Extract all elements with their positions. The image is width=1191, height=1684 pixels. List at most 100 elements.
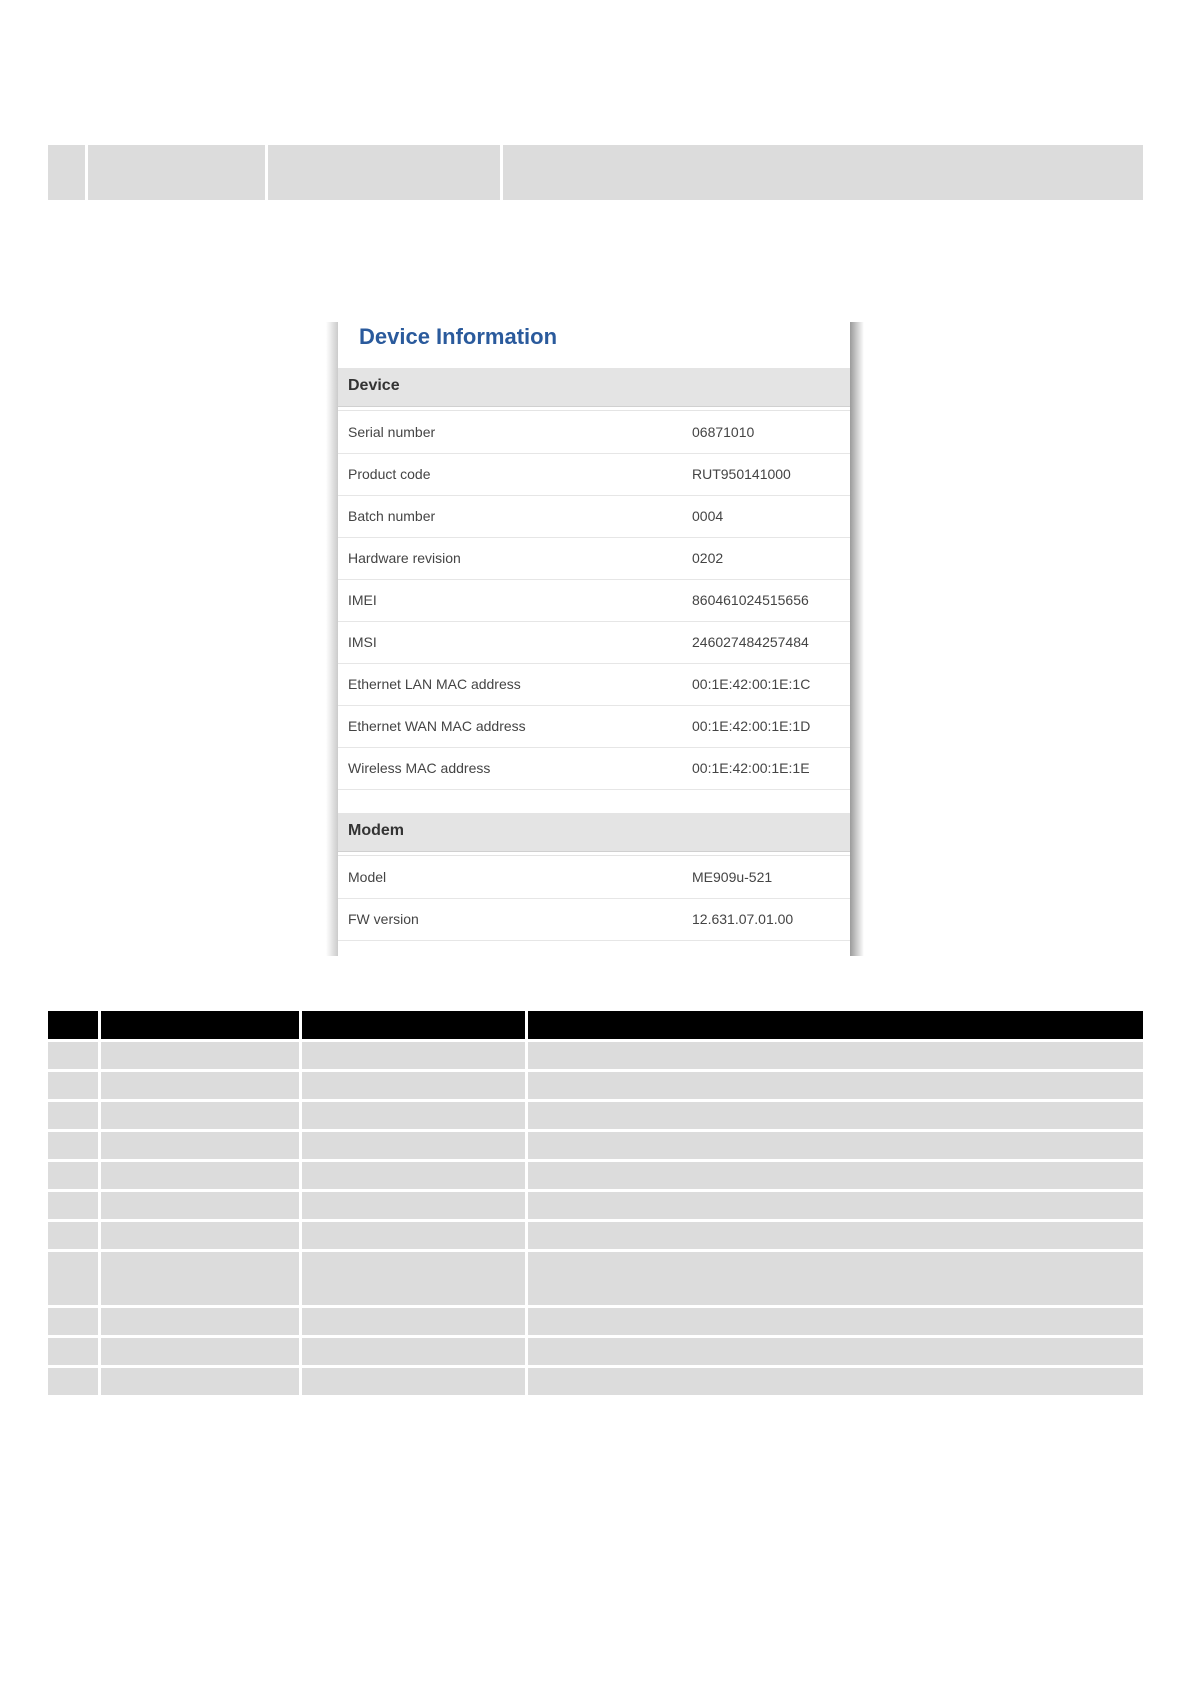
table-cell [528,1162,1143,1189]
info-value: 00:1E:42:00:1E:1D [692,718,811,734]
table-cell [528,1308,1143,1335]
info-value: 00:1E:42:00:1E:1E [692,760,810,776]
info-value: 06871010 [692,424,755,440]
table-header-cell [101,1011,299,1039]
table-cell [528,1252,1143,1305]
header-cell-value [268,145,500,200]
table-row [48,1308,1143,1335]
device-information-panel: Device Information Device Serial number … [338,322,850,956]
top-table-header [48,145,1143,200]
info-label: Ethernet LAN MAC address [348,676,521,692]
table-row [48,1222,1143,1249]
table-cell [101,1252,299,1305]
table-cell [48,1102,98,1129]
info-value: 860461024515656 [692,592,809,608]
table-row [48,1072,1143,1099]
table-cell [101,1192,299,1219]
info-value: RUT950141000 [692,466,791,482]
info-row-wireless-mac: Wireless MAC address 00:1E:42:00:1E:1E [338,747,850,790]
info-label: FW version [348,911,419,927]
info-label: Product code [348,466,431,482]
table-cell [302,1368,525,1395]
info-row-model: Model ME909u-521 [338,856,850,899]
table-cell [528,1072,1143,1099]
table-cell [101,1222,299,1249]
info-value: 246027484257484 [692,634,809,650]
table-row [48,1132,1143,1159]
table-cell [302,1042,525,1069]
info-value: 0004 [692,508,724,524]
table-row [48,1192,1143,1219]
header-cell-description [503,145,1143,200]
table-cell [302,1222,525,1249]
info-label: IMSI [348,634,377,650]
header-cell-no [48,145,85,200]
table-cell [48,1132,98,1159]
info-row-serial-number: Serial number 06871010 [338,411,850,454]
table-cell [48,1222,98,1249]
table-cell [101,1072,299,1099]
info-label: Model [348,869,387,885]
table-cell [101,1102,299,1129]
info-row-hardware-revision: Hardware revision 0202 [338,537,850,580]
info-label: IMEI [348,592,377,608]
table-cell [528,1132,1143,1159]
table-cell [302,1102,525,1129]
table-cell [101,1162,299,1189]
table-cell [101,1368,299,1395]
table-cell [48,1308,98,1335]
table-header-cell [528,1011,1143,1039]
parameter-table [48,1011,1143,1398]
section-header-modem: Modem [338,813,850,852]
table-row [48,1368,1143,1395]
table-cell [302,1338,525,1365]
panel-shadow-right [850,322,864,956]
info-row-wan-mac: Ethernet WAN MAC address 00:1E:42:00:1E:… [338,705,850,748]
table-cell [302,1072,525,1099]
table-cell [48,1162,98,1189]
info-label: Hardware revision [348,550,461,566]
info-row-imsi: IMSI 246027484257484 [338,621,850,664]
table-cell [528,1042,1143,1069]
info-value: 00:1E:42:00:1E:1C [692,676,811,692]
info-row-fw-version: FW version 12.631.07.01.00 [338,898,850,941]
table-row [48,1162,1143,1189]
table-row [48,1338,1143,1365]
table-row [48,1252,1143,1305]
table-cell [302,1308,525,1335]
table-cell [528,1368,1143,1395]
table-cell [48,1042,98,1069]
section-title: Modem [348,822,404,839]
table-header-cell [48,1011,98,1039]
table-cell [528,1222,1143,1249]
table-header-row [48,1011,1143,1039]
table-cell [48,1368,98,1395]
device-information-screenshot: Device Information Device Serial number … [326,322,864,956]
panel-title: Device Information [359,324,558,349]
info-label: Wireless MAC address [348,760,491,776]
table-row [48,1102,1143,1129]
table-row [48,1042,1143,1069]
info-value: 0202 [692,550,724,566]
info-row-batch-number: Batch number 0004 [338,495,850,538]
table-cell [302,1192,525,1219]
table-cell [101,1132,299,1159]
info-row-imei: IMEI 860461024515656 [338,579,850,622]
table-cell [48,1252,98,1305]
table-cell [48,1072,98,1099]
info-row-lan-mac: Ethernet LAN MAC address 00:1E:42:00:1E:… [338,663,850,706]
table-cell [302,1132,525,1159]
info-label: Serial number [348,424,436,440]
table-header-cell [302,1011,525,1039]
info-value: 12.631.07.01.00 [692,911,794,927]
info-value: ME909u-521 [692,869,773,885]
info-label: Ethernet WAN MAC address [348,718,526,734]
table-cell [48,1192,98,1219]
panel-shadow-left [326,322,338,956]
info-row-product-code: Product code RUT950141000 [338,453,850,496]
table-cell [48,1338,98,1365]
header-cell-field [88,145,265,200]
table-cell [101,1042,299,1069]
section-title: Device [348,377,400,394]
table-cell [528,1192,1143,1219]
